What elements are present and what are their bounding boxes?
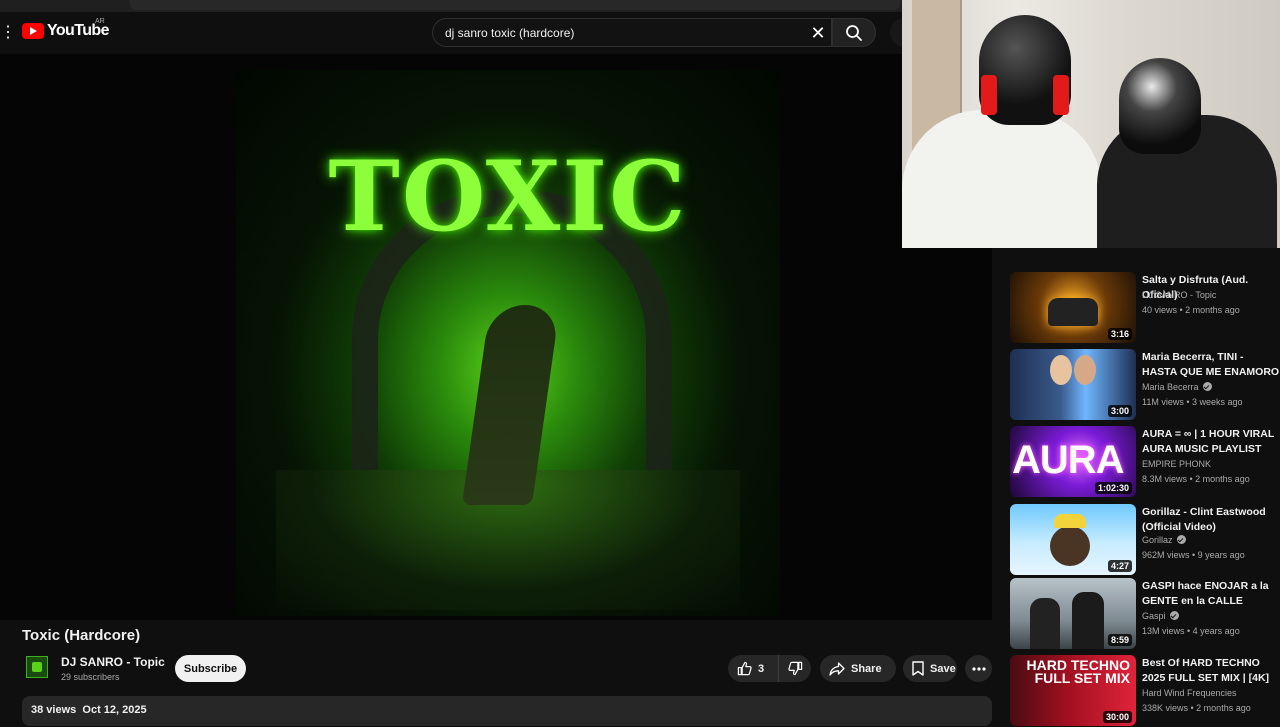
art-title-text: TOXIC [328,140,688,253]
verified-icon [1202,382,1212,391]
share-icon [829,661,845,676]
view-count-date: 38 views Oct 12, 2025 [31,704,147,716]
save-label: Save [930,662,956,675]
recommendation-meta: 13M views • 4 years ago [1142,626,1240,636]
recommendation-channel[interactable]: Gaspi [1142,611,1179,621]
search-button[interactable] [832,18,876,47]
recommendation-title[interactable]: AURA = ∞ | 1 HOUR VIRAL AURA MUSIC PLAYL… [1142,427,1280,457]
video-duration: 1:02:30 [1094,482,1132,494]
recommendation-item[interactable]: AURA 1:02:30 AURA = ∞ | 1 HOUR VIRAL AUR… [1010,426,1280,498]
recommendation-item[interactable]: 3:16 Salta y Disfruta (Aud. Oficial) DJ … [1010,272,1280,344]
dislike-icon [787,661,802,676]
thumbnail-text: HARD TECHNO FULL SET MIX [1026,657,1130,686]
subscriber-count: 29 subscribers [61,672,120,682]
search-icon [846,25,862,41]
recommendation-item[interactable]: 8:59 GASPI hace ENOJAR a la GENTE en la … [1010,578,1280,650]
video-player[interactable]: TOXIC [0,54,992,620]
thumbnail-character-graphic [1050,526,1090,566]
video-duration: 30:00 [1102,711,1132,723]
recommendation-item[interactable]: 4:27 Gorillaz - Clint Eastwood (Official… [1010,504,1280,576]
recommendation-meta: 40 views • 2 months ago [1142,305,1240,315]
recommendation-channel[interactable]: DJ SANRO - Topic [1142,290,1216,300]
video-duration: 4:27 [1107,560,1132,572]
youtube-logo-icon [22,23,44,39]
recommendation-meta: 11M views • 3 weeks ago [1142,397,1243,407]
search-input[interactable] [445,24,795,42]
youtube-header: ⋮ YouTube AR ✕ [0,12,910,54]
upload-date: Oct 12, 2025 [82,704,147,716]
verified-icon [1169,611,1179,620]
recommendation-thumbnail[interactable]: AURA 1:02:30 [1010,426,1136,497]
subscribe-button[interactable]: Subscribe [175,655,246,682]
video-cover-art: TOXIC [236,70,780,616]
thumbnail-person-graphic [1072,592,1104,649]
recommendation-item[interactable]: HARD TECHNO FULL SET MIX 30:00 Best Of H… [1010,655,1280,727]
thumbnail-car-graphic [1048,298,1098,326]
browser-url-bar[interactable] [130,0,900,10]
webcam-person-left [902,110,1102,248]
thumbnail-text: AURA [1012,438,1125,482]
channel-avatar[interactable] [26,656,48,678]
verified-icon [1176,535,1186,544]
recommendation-thumbnail[interactable]: 3:16 [1010,272,1136,343]
like-dislike-group: 3 [728,655,811,682]
save-icon [912,661,924,676]
video-duration: 3:00 [1107,405,1132,417]
search-box: ✕ [432,18,832,47]
like-count: 3 [758,662,765,675]
description-box[interactable]: 38 views Oct 12, 2025 [22,696,992,726]
view-count: 38 views [31,704,77,716]
thumbnail-face-graphic [1074,355,1096,385]
recommendation-channel[interactable]: Gorillaz [1142,535,1186,545]
recommendation-title[interactable]: Best Of HARD TECHNO 2025 FULL SET MIX | … [1142,656,1280,686]
recommendation-item[interactable]: 3:00 Maria Becerra, TINI - HASTA QUE ME … [1010,349,1280,421]
like-button[interactable]: 3 [728,655,776,682]
thumbnail-person-graphic [1030,598,1060,649]
recommendation-title[interactable]: GASPI hace ENOJAR a la GENTE en la CALLE [1142,579,1280,609]
recommendation-channel[interactable]: Maria Becerra [1142,382,1212,392]
webcam-helmet-chrome [1119,58,1201,154]
video-title: Toxic (Hardcore) [22,627,141,644]
thumbnail-face-graphic [1050,355,1072,385]
webcam-helmet-red [979,15,1071,125]
recommendation-meta: 338K views • 2 months ago [1142,703,1251,713]
like-icon [737,661,752,676]
dislike-button[interactable] [778,655,811,682]
share-button[interactable]: Share [820,655,896,682]
menu-icon[interactable]: ⋮ [0,25,16,41]
recommendation-title[interactable]: Maria Becerra, TINI - HASTA QUE ME ENAMO… [1142,350,1280,380]
recommendation-meta: 8.3M views • 2 months ago [1142,474,1250,484]
recommendation-meta: 962M views • 9 years ago [1142,550,1245,560]
share-label: Share [851,662,882,675]
recommendation-channel[interactable]: EMPIRE PHONK [1142,459,1211,469]
thumbnail-hat-graphic [1054,514,1086,528]
recommendation-channel[interactable]: Hard Wind Frequencies [1142,688,1237,698]
recommendation-thumbnail[interactable]: 3:00 [1010,349,1136,420]
webcam-overlay [902,0,1280,248]
recommendation-thumbnail[interactable]: 4:27 [1010,504,1136,575]
video-duration: 8:59 [1107,634,1132,646]
channel-name[interactable]: DJ SANRO - Topic [61,655,165,669]
more-icon [971,666,986,671]
recommendation-thumbnail[interactable]: HARD TECHNO FULL SET MIX 30:00 [1010,655,1136,726]
recommendation-title[interactable]: Gorillaz - Clint Eastwood (Official Vide… [1142,505,1280,535]
recommendation-thumbnail[interactable]: 8:59 [1010,578,1136,649]
video-duration: 3:16 [1107,328,1132,340]
clear-icon[interactable]: ✕ [808,23,828,43]
region-code: AR [95,18,105,25]
youtube-logo[interactable]: YouTube AR [22,18,109,40]
more-button[interactable] [965,655,992,682]
save-button[interactable]: Save [903,655,957,682]
